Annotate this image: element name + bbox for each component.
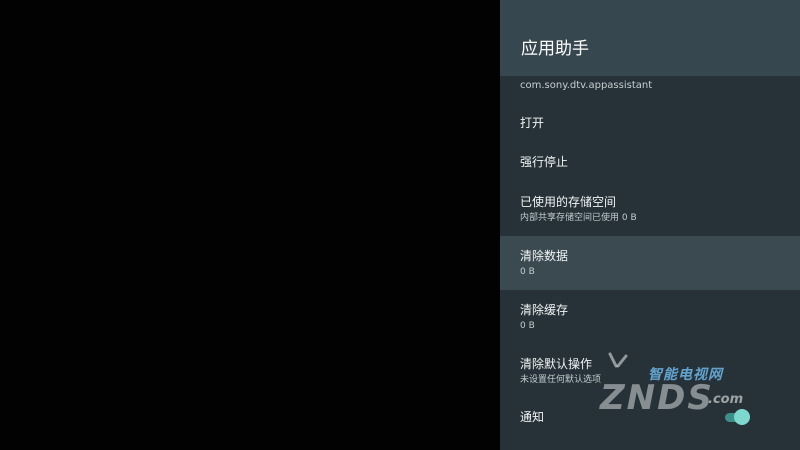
clear-data-option[interactable]: 清除数据 0 B: [500, 236, 800, 290]
storage-used-option-label: 已使用的存储空间: [520, 195, 617, 209]
panel-title: 应用助手: [521, 39, 589, 59]
clear-defaults-option-label: 清除默认操作: [520, 357, 593, 371]
clear-data-option-label: 清除数据: [520, 249, 569, 263]
clear-defaults-summary: 未设置任何默认选项: [520, 375, 602, 385]
app-background: [0, 0, 500, 450]
clear-cache-option-label: 清除缓存: [520, 303, 569, 317]
watermark-domain-suffix: .com: [708, 392, 744, 407]
znds-watermark: 智能电视网 ZNDS .com: [590, 350, 760, 420]
open-option-label: 打开: [520, 116, 545, 130]
storage-used-summary: 内部共享存储空间已使用 0 B: [520, 213, 637, 223]
watermark-logo-text: ZNDS: [600, 378, 714, 418]
clear-data-summary: 0 B: [520, 267, 535, 277]
force-stop-option-label: 强行停止: [520, 155, 569, 169]
notifications-option-label: 通知: [520, 410, 545, 424]
clear-cache-summary: 0 B: [520, 321, 535, 331]
force-stop-option[interactable]: 强行停止: [500, 146, 800, 178]
storage-used-option[interactable]: 已使用的存储空间 内部共享存储空间已使用 0 B: [500, 186, 800, 228]
tv-screen: 应用助手 com.sony.dtv.appassistant 打开 强行停止 已…: [0, 0, 800, 450]
clear-cache-option[interactable]: 清除缓存 0 B: [500, 294, 800, 336]
package-name: com.sony.dtv.appassistant: [520, 80, 653, 91]
open-option[interactable]: 打开: [500, 108, 800, 138]
panel-header: 应用助手: [500, 0, 800, 76]
